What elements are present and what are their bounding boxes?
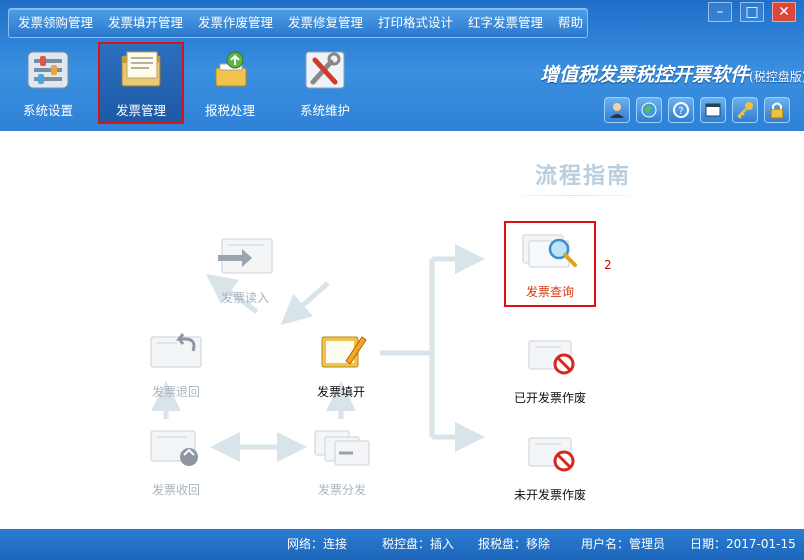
invoice-read-icon: [218, 238, 273, 274]
key-icon: [737, 102, 753, 119]
menu-item-help[interactable]: 帮助: [558, 9, 583, 37]
invoice-query-icon: [522, 234, 577, 268]
lock-icon: [770, 102, 784, 119]
flow-node-label: 发票查询: [525, 285, 574, 299]
settings-icon: [27, 51, 69, 89]
status-date: 日期：2017-01-15: [690, 537, 796, 551]
invoice-fill-icon: [321, 336, 367, 368]
flow-node-label: 发票收回: [151, 483, 200, 497]
invoice-distribute-icon: [314, 430, 370, 466]
help-icon: ?: [673, 102, 689, 118]
user-button[interactable]: [604, 97, 630, 123]
toolbar-tax-report-button[interactable]: 报税处理: [187, 42, 273, 122]
maximize-button[interactable]: □: [740, 2, 764, 22]
flow-node-invoice-read[interactable]: 发票读入: [200, 237, 290, 306]
menu-item-invoice-issue[interactable]: 发票填开管理: [108, 9, 183, 37]
flow-node-invoice-return[interactable]: 发票退回: [131, 331, 221, 400]
toolbar-label: 报税处理: [204, 103, 255, 118]
menu-item-print-format[interactable]: 打印格式设计: [378, 9, 453, 37]
toolbar-invoice-management-button[interactable]: 发票管理: [98, 42, 184, 124]
globe-icon: [641, 102, 657, 118]
flow-node-label: 发票退回: [151, 385, 200, 399]
header: 发票领购管理 发票填开管理 发票作废管理 发票修复管理 打印格式设计 红字发票管…: [0, 0, 804, 143]
toolbar-label: 发票管理: [115, 103, 166, 118]
app-title-sub: (税控盘版): [749, 70, 804, 84]
main-content: 流程指南 发票读入 发票退回 发票填开 发票收回 发票分发 发票查询 2 已开发…: [0, 131, 804, 529]
status-tax-disk: 税控盘：插入: [382, 537, 455, 551]
minimize-button[interactable]: –: [708, 2, 732, 22]
toolbar-label: 系统维护: [299, 103, 350, 118]
status-network: 网络：连接: [287, 537, 348, 551]
lock-button[interactable]: [764, 97, 790, 123]
toolbar-system-settings-button[interactable]: 系统设置: [5, 42, 91, 122]
invoice-recover-icon: [150, 430, 198, 466]
flow-node-invoice-fill[interactable]: 发票填开: [296, 331, 386, 400]
flow-node-label: 发票填开: [316, 385, 365, 399]
key-button[interactable]: [732, 97, 758, 123]
status-user: 用户名：管理员: [581, 537, 666, 551]
menu-bar: 发票领购管理 发票填开管理 发票作废管理 发票修复管理 打印格式设计 红字发票管…: [8, 8, 588, 38]
app-title-main: 增值税发票税控开票软件: [540, 64, 750, 86]
app-window: 发票领购管理 发票填开管理 发票作废管理 发票修复管理 打印格式设计 红字发票管…: [0, 0, 804, 560]
flow-node-label: 已开发票作废: [513, 391, 586, 405]
menu-item-invoice-void[interactable]: 发票作废管理: [198, 9, 273, 37]
flow-node-void-issued[interactable]: 已开发票作废: [505, 337, 595, 406]
status-report-disk: 报税盘：移除: [478, 537, 551, 551]
invoice-return-icon: [150, 333, 202, 368]
tax-report-icon: [215, 51, 247, 87]
app-title: 增值税发票税控开票软件(税控盘版): [540, 60, 804, 87]
window-icon: [705, 103, 721, 117]
flow-arrows: [151, 244, 485, 462]
void-issued-icon: [528, 340, 575, 375]
toolbar-label: 系统设置: [22, 103, 73, 118]
window-button[interactable]: [700, 97, 726, 123]
watermark: jingyan.baidu.com: [620, 505, 722, 518]
flow-node-label: 未开发票作废: [513, 488, 586, 502]
flow-node-label: 发票分发: [317, 483, 366, 497]
flow-node-invoice-query[interactable]: 发票查询: [504, 221, 596, 307]
user-icon: [610, 103, 624, 118]
svg-text:?: ?: [678, 106, 683, 117]
help-button[interactable]: ?: [668, 97, 694, 123]
flow-node-void-unissued[interactable]: 未开发票作废: [505, 434, 595, 503]
flow-node-label: 发票读入: [220, 291, 269, 305]
flow-node-invoice-recover[interactable]: 发票收回: [131, 429, 221, 498]
menu-item-invoice-purchase[interactable]: 发票领购管理: [18, 9, 93, 37]
menu-item-red-invoice[interactable]: 红字发票管理: [468, 9, 543, 37]
void-unissued-icon: [528, 437, 575, 472]
toolbar-system-maintenance-button[interactable]: 系统维护: [282, 42, 368, 122]
close-button[interactable]: ✕: [772, 2, 796, 22]
menu-item-invoice-repair[interactable]: 发票修复管理: [288, 9, 363, 37]
network-button[interactable]: [636, 97, 662, 123]
flow-node-invoice-distribute[interactable]: 发票分发: [297, 429, 387, 498]
status-bar: 网络：连接 税控盘：插入 报税盘：移除 用户名：管理员 日期：2017-01-1…: [0, 529, 804, 560]
maintenance-icon: [305, 51, 345, 89]
annotation-marker-2: 2: [604, 258, 612, 272]
invoice-management-icon: [121, 51, 161, 87]
